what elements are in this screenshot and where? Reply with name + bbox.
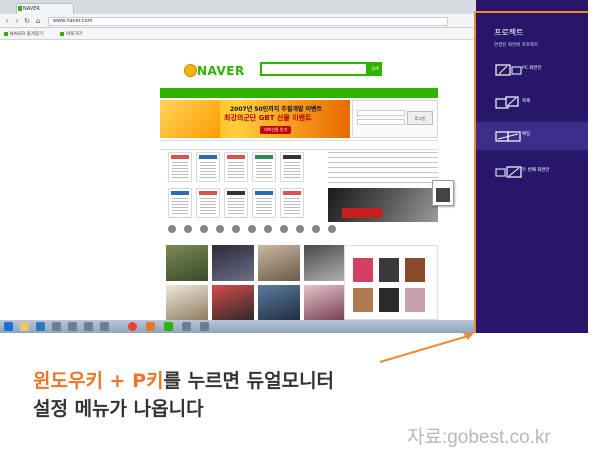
newsstand-grid bbox=[160, 152, 326, 222]
naver-logo[interactable]: NAVER bbox=[197, 64, 245, 78]
tab-bar: NAVER bbox=[0, 0, 476, 14]
news-thumb[interactable] bbox=[280, 188, 304, 218]
chrome-icon[interactable] bbox=[128, 322, 137, 331]
caption-highlight: 윈도우키 + P키 bbox=[33, 370, 164, 392]
photo-thumb[interactable] bbox=[304, 285, 346, 320]
ie-icon[interactable] bbox=[36, 322, 45, 331]
shop-item[interactable] bbox=[405, 258, 425, 282]
taskbar bbox=[0, 320, 476, 333]
start-icon[interactable] bbox=[4, 322, 13, 331]
taskbar-app-icon[interactable] bbox=[200, 322, 209, 331]
service-icon[interactable] bbox=[264, 225, 272, 233]
taskbar-app-icon[interactable] bbox=[182, 322, 191, 331]
back-icon[interactable]: ‹ bbox=[3, 17, 11, 25]
taskbar-app-icon[interactable] bbox=[100, 322, 109, 331]
photo-grid bbox=[160, 245, 346, 320]
login-box: 로그인 bbox=[352, 100, 438, 138]
service-icon[interactable] bbox=[168, 225, 176, 233]
taskbar-app-icon[interactable] bbox=[52, 322, 61, 331]
news-thumb[interactable] bbox=[224, 188, 248, 218]
news-thumb[interactable] bbox=[196, 188, 220, 218]
banner-headline: 2007년 50인까지 주필개발 이벤트 bbox=[230, 106, 323, 113]
shop-item[interactable] bbox=[379, 288, 399, 312]
banner-graphic bbox=[160, 100, 220, 138]
service-icon[interactable] bbox=[232, 225, 240, 233]
taskbar-app-icon[interactable] bbox=[164, 322, 173, 331]
service-icon[interactable] bbox=[184, 225, 192, 233]
news-thumb[interactable] bbox=[280, 152, 304, 182]
bookmark-item[interactable]: NAVER 즐겨찾기 bbox=[4, 31, 43, 38]
password-field[interactable] bbox=[357, 119, 405, 125]
news-thumb[interactable] bbox=[252, 188, 276, 218]
service-icon[interactable] bbox=[248, 225, 256, 233]
photo-thumb[interactable] bbox=[166, 245, 208, 281]
naver-page: NAVER 검색 2007년 50인까지 주필개발 이벤트 최강의군단 GBT … bbox=[0, 40, 476, 320]
side-panel bbox=[328, 152, 438, 222]
search-button[interactable]: 검색 bbox=[368, 62, 382, 76]
shop-item[interactable] bbox=[379, 258, 399, 282]
browser-window: NAVER ‹ › ↻ ⌂ www.naver.com NAVER 즐겨찾기 바… bbox=[0, 0, 476, 320]
caption-line-1-rest: 를 누르면 듀얼모니터 bbox=[163, 370, 335, 392]
news-thumb[interactable] bbox=[168, 152, 192, 182]
browser-tab[interactable]: NAVER bbox=[16, 3, 74, 14]
photo-thumb[interactable] bbox=[212, 285, 254, 320]
address-bar-row: ‹ › ↻ ⌂ www.naver.com bbox=[0, 14, 476, 28]
taskbar-app-icon[interactable] bbox=[84, 322, 93, 331]
search-input[interactable] bbox=[260, 62, 368, 76]
bookmarks-bar: NAVER 즐겨찾기 바로가기 bbox=[0, 28, 476, 40]
service-icon[interactable] bbox=[216, 225, 224, 233]
news-thumb[interactable] bbox=[196, 152, 220, 182]
photo-thumb[interactable] bbox=[258, 245, 300, 281]
news-thumb[interactable] bbox=[252, 152, 276, 182]
service-icon[interactable] bbox=[200, 225, 208, 233]
screenshot: NAVER ‹ › ↻ ⌂ www.naver.com NAVER 즐겨찾기 바… bbox=[0, 0, 588, 333]
promo-banner[interactable]: 2007년 50인까지 주필개발 이벤트 최강의군단 GBT 선물 이벤트 대박… bbox=[160, 100, 350, 138]
popup-thumbnail[interactable] bbox=[432, 180, 454, 206]
news-thumb[interactable] bbox=[224, 152, 248, 182]
bookmark-item[interactable]: 바로가기 bbox=[60, 31, 83, 38]
refresh-icon[interactable]: ↻ bbox=[23, 17, 31, 25]
shop-item[interactable] bbox=[405, 288, 425, 312]
service-icon[interactable] bbox=[280, 225, 288, 233]
photo-thumb[interactable] bbox=[212, 245, 254, 281]
news-bar bbox=[160, 140, 438, 150]
source-credit: 자료:gobest.co.kr bbox=[407, 427, 551, 448]
shopping-box bbox=[344, 245, 438, 320]
explorer-icon[interactable] bbox=[20, 322, 29, 331]
banner-button[interactable]: 대박선물 받기 bbox=[260, 126, 292, 134]
home-icon[interactable]: ⌂ bbox=[34, 17, 42, 25]
id-field[interactable] bbox=[357, 110, 405, 116]
headline-list[interactable] bbox=[328, 152, 438, 186]
url-field[interactable]: www.naver.com bbox=[48, 17, 448, 26]
naver-mascot-icon bbox=[184, 64, 197, 77]
service-icon[interactable] bbox=[328, 225, 336, 233]
forward-icon[interactable]: › bbox=[13, 17, 21, 25]
photo-thumb[interactable] bbox=[258, 285, 300, 320]
tab-label: NAVER bbox=[23, 6, 40, 12]
service-icon[interactable] bbox=[312, 225, 320, 233]
taskbar-app-icon[interactable] bbox=[146, 322, 155, 331]
taskbar-app-icon[interactable] bbox=[68, 322, 77, 331]
side-ad[interactable] bbox=[328, 188, 438, 222]
banner-title: 최강의군단 GBT 선물 이벤트 bbox=[224, 114, 312, 122]
photo-thumb[interactable] bbox=[166, 285, 208, 320]
caption-line-1: 윈도우키 + P키를 누르면 듀얼모니터 bbox=[33, 366, 334, 393]
ad-graphic bbox=[342, 208, 382, 218]
green-nav-bar bbox=[160, 88, 438, 98]
shop-item[interactable] bbox=[353, 288, 373, 312]
news-thumb[interactable] bbox=[168, 188, 192, 218]
caption-line-2: 설정 메뉴가 나옵니다 bbox=[33, 398, 204, 420]
highlight-outline bbox=[474, 11, 588, 333]
service-icon[interactable] bbox=[296, 225, 304, 233]
stage: NAVER ‹ › ↻ ⌂ www.naver.com NAVER 즐겨찾기 바… bbox=[0, 0, 599, 457]
naver-favicon-icon bbox=[18, 6, 22, 11]
service-icons-row bbox=[160, 225, 360, 241]
shop-item[interactable] bbox=[353, 258, 373, 282]
photo-thumb[interactable] bbox=[304, 245, 346, 281]
login-button[interactable]: 로그인 bbox=[407, 111, 433, 125]
